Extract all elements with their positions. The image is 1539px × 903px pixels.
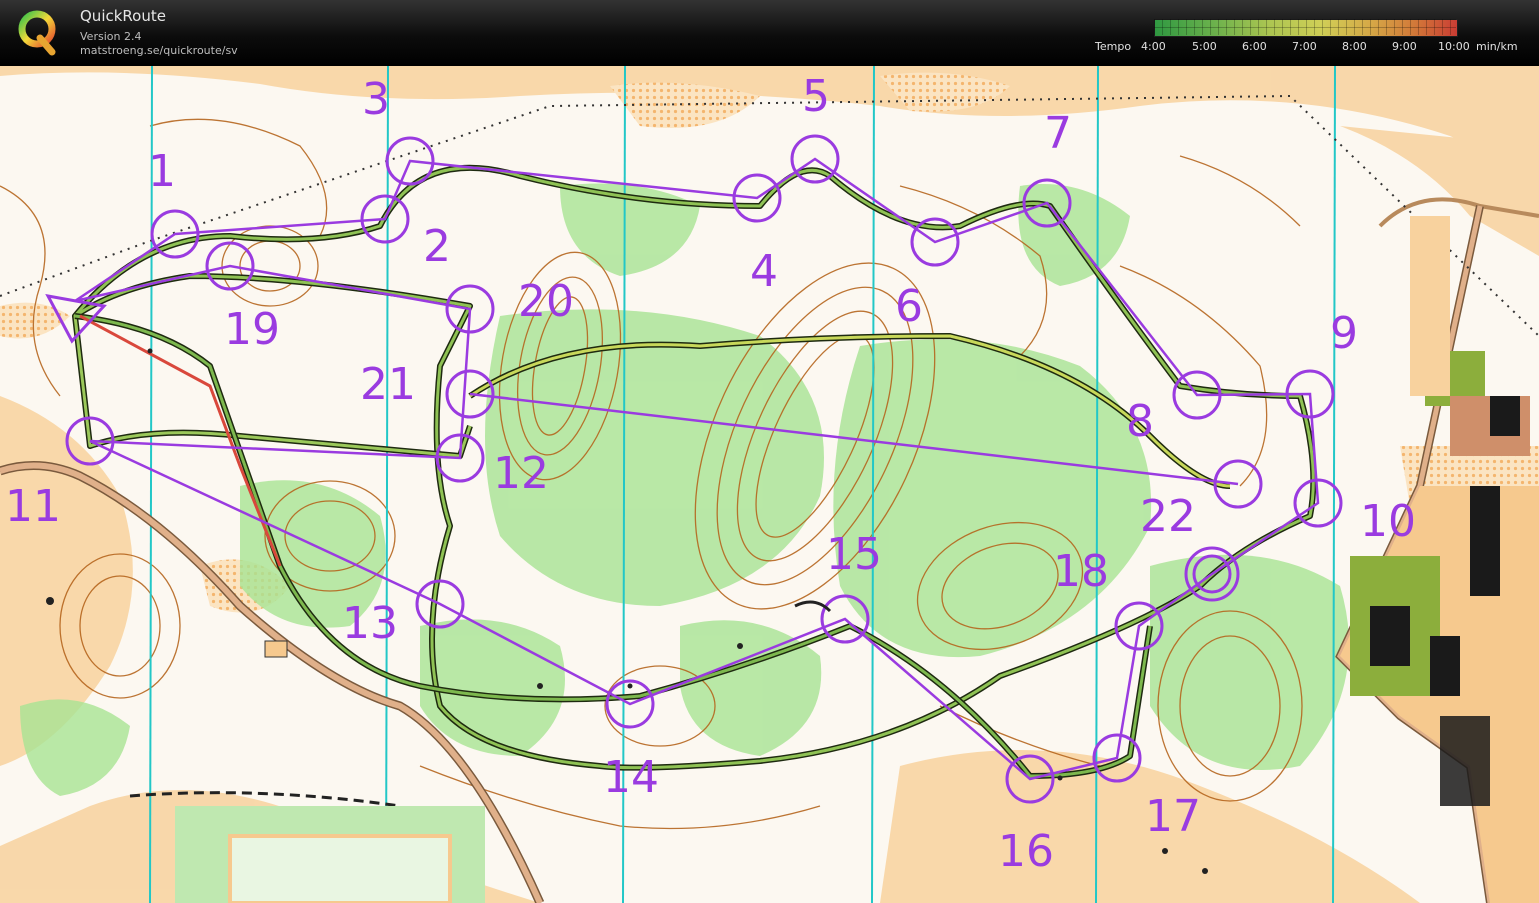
pace-tick: 9:00 <box>1392 40 1417 53</box>
app-version: Version 2.4 <box>80 30 142 43</box>
control-number: 9 <box>1330 308 1358 359</box>
app-url[interactable]: matstroeng.se/quickroute/sv <box>80 44 238 57</box>
pace-color-scale-grid <box>1154 19 1456 35</box>
control-number: 3 <box>362 74 390 125</box>
control-number: 7 <box>1044 108 1072 159</box>
control-number: 8 <box>1126 396 1154 447</box>
control-number: 1 <box>148 146 176 197</box>
control-number: 20 <box>518 276 574 327</box>
pace-label: Tempo <box>1095 40 1132 53</box>
pace-tick: 8:00 <box>1342 40 1367 53</box>
pace-tick: 4:00 <box>1141 40 1166 53</box>
control-number: 16 <box>998 826 1054 877</box>
pace-tick: 5:00 <box>1192 40 1217 53</box>
control-number: 17 <box>1145 791 1201 842</box>
control-number: 6 <box>895 281 923 332</box>
orienteering-map[interactable]: 1 2 3 4 5 6 7 8 9 10 11 12 13 14 15 16 1… <box>0 66 1539 903</box>
app-title: QuickRoute <box>80 7 166 25</box>
control-number: 18 <box>1053 546 1109 597</box>
control-number: 22 <box>1140 491 1196 542</box>
control-number: 15 <box>826 529 882 580</box>
control-number: 11 <box>5 481 61 532</box>
control-number: 2 <box>423 221 451 272</box>
control-number: 19 <box>224 304 280 355</box>
pace-tick: 6:00 <box>1242 40 1267 53</box>
control-number: 5 <box>802 71 830 122</box>
control-number: 12 <box>493 448 549 499</box>
title-bar: QuickRoute Version 2.4 matstroeng.se/qui… <box>0 0 1539 66</box>
quickroute-logo-icon <box>18 10 56 56</box>
control-number: 21 <box>360 359 416 410</box>
pace-tick: 7:00 <box>1292 40 1317 53</box>
control-number: 14 <box>603 752 659 803</box>
pace-unit: min/km <box>1476 40 1518 53</box>
control-number: 13 <box>342 598 398 649</box>
control-number: 10 <box>1360 496 1416 547</box>
pace-tick: 10:00 <box>1438 40 1470 53</box>
map-canvas[interactable]: 1 2 3 4 5 6 7 8 9 10 11 12 13 14 15 16 1… <box>0 66 1539 903</box>
control-number: 4 <box>750 246 778 297</box>
